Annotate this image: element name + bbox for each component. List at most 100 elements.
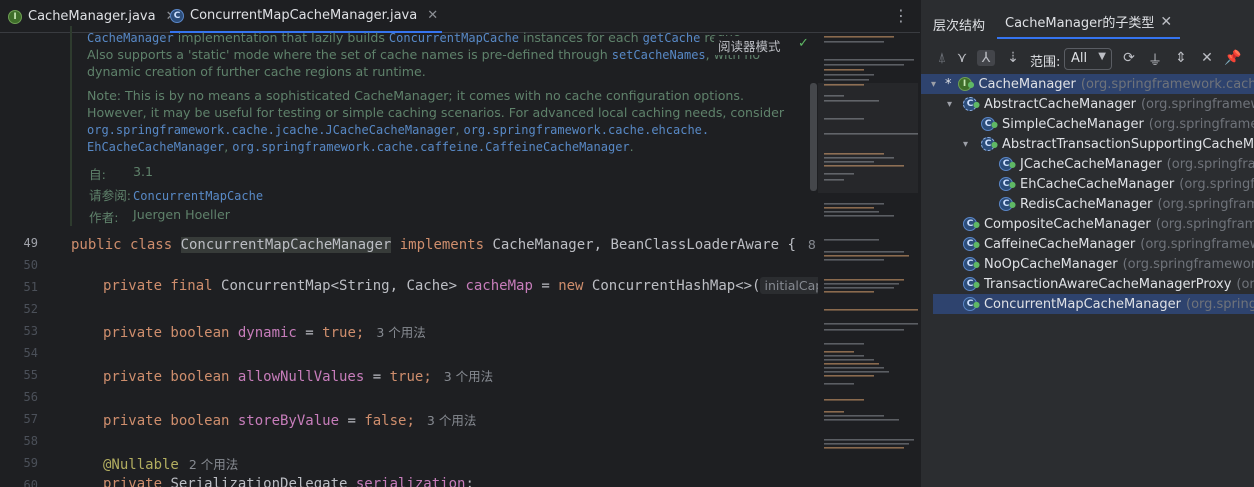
- doc-link[interactable]: org.springframework.cache.jcache.JCacheC…: [87, 123, 455, 137]
- code-line-51[interactable]: private final ConcurrentMap<String, Cach…: [103, 277, 861, 294]
- doc-link[interactable]: CacheManager: [87, 31, 174, 45]
- package-name: (org.springframework.cache): [1080, 76, 1254, 92]
- sort-alpha-icon[interactable]: ⇣: [1004, 50, 1022, 66]
- tree-item[interactable]: ▾ C●AbstractCacheManager(org.springframew…: [921, 94, 1254, 114]
- line-number[interactable]: 53: [24, 324, 38, 338]
- keyword: private boolean: [103, 369, 238, 385]
- code-text: =: [532, 278, 559, 294]
- keyword: true: [322, 325, 356, 341]
- doc-link[interactable]: ConcurrentMapCache: [133, 189, 263, 203]
- line-number[interactable]: 51: [24, 280, 38, 294]
- class-name: ConcurrentMapCacheManager: [180, 237, 392, 253]
- usages-hint[interactable]: 3 个用法: [427, 413, 476, 428]
- tree-item[interactable]: C●RedisCacheManager(org.springframe: [921, 194, 1254, 214]
- tree-item[interactable]: C ● JCacheCacheManager (org.springfra: [921, 154, 1254, 174]
- tab-label: CacheManager的子类型: [1005, 16, 1155, 31]
- panel-title[interactable]: 层次结构: [933, 15, 985, 34]
- line-number[interactable]: 56: [24, 390, 38, 404]
- usages-hint[interactable]: 3 个用法: [444, 369, 493, 384]
- doc-link[interactable]: org.springframework.cache.ehcache.: [463, 123, 709, 137]
- type-name: CaffeineCacheManager: [983, 236, 1136, 252]
- code-line-60[interactable]: private SerializationDelegate serializat…: [103, 476, 474, 487]
- tree-item[interactable]: C●TransactionAwareCacheManagerProxy(org.…: [921, 274, 1254, 294]
- tree-item-content: C●ConcurrentMapCacheManager(org.springfr…: [963, 297, 1254, 312]
- code-line-55[interactable]: private boolean allowNullValues = true; 3…: [103, 366, 493, 385]
- code-text: ;: [406, 413, 415, 429]
- doc-text: .: [629, 139, 634, 154]
- scope-select[interactable]: All ▼: [1064, 48, 1112, 70]
- keyword: private: [103, 476, 171, 487]
- code-line-49[interactable]: public class ConcurrentMapCacheManager i…: [71, 234, 857, 253]
- since-value: 3.1: [133, 164, 154, 179]
- tree-item-content: C●SimpleCacheManager(org.springframework: [981, 117, 1254, 132]
- tree-item-content: C●EhCacheCacheManager(org.springfra: [999, 177, 1254, 192]
- code-text: =: [364, 369, 390, 385]
- doc-link[interactable]: getCache: [643, 31, 701, 45]
- line-number[interactable]: 54: [24, 346, 38, 360]
- tree-item[interactable]: C●CaffeineCacheManager(org.springframewo: [921, 234, 1254, 254]
- expand-all-icon[interactable]: ⇕: [1172, 50, 1190, 66]
- code-line-57[interactable]: private boolean storeByValue = false; 3 个…: [103, 410, 476, 429]
- tab-subtypes[interactable]: CacheManager的子类型 ✕: [997, 6, 1181, 39]
- scope-value: All: [1071, 51, 1088, 66]
- line-number[interactable]: 55: [24, 368, 38, 382]
- tree-item[interactable]: C●SimpleCacheManager(org.springframework: [921, 114, 1254, 134]
- javadoc-author: 作者: Juergen Hoeller: [89, 207, 230, 226]
- tree-item[interactable]: C●ConcurrentMapCacheManager(org.springfr…: [933, 294, 1254, 314]
- usages-hint[interactable]: 3 个用法: [376, 325, 425, 340]
- refresh-icon[interactable]: ⟳: [1120, 50, 1138, 66]
- line-number[interactable]: 60: [24, 478, 38, 487]
- tree-item-content: C ● AbstractTransactionSupportingCacheMan: [981, 137, 1254, 152]
- tree-item[interactable]: C●EhCacheCacheManager(org.springfra: [921, 174, 1254, 194]
- line-number[interactable]: 59: [24, 456, 38, 470]
- public-visibility-icon: ●: [973, 239, 980, 249]
- doc-text: Also supports a 'static' mode where the …: [87, 47, 612, 62]
- package-name: (org.springframewo: [1140, 236, 1254, 252]
- code-line-53[interactable]: private boolean dynamic = true; 3 个用法: [103, 322, 426, 341]
- keyword: private boolean: [103, 413, 238, 429]
- subtypes-hierarchy-icon[interactable]: ⋎: [953, 50, 971, 66]
- public-visibility-icon: ●: [991, 119, 998, 129]
- chevron-down-icon[interactable]: ▾: [947, 99, 952, 110]
- code-text: SerializationDelegate: [170, 476, 356, 487]
- line-number[interactable]: 50: [24, 258, 38, 272]
- field-name: serialization: [355, 476, 466, 487]
- code-line-59[interactable]: @Nullable 2 个用法: [103, 454, 238, 473]
- type-name: AbstractCacheManager: [983, 96, 1136, 112]
- doc-link[interactable]: setCacheNames: [612, 48, 706, 62]
- close-icon[interactable]: ✕: [1160, 14, 1172, 30]
- tree-item-content: C ● JCacheCacheManager (org.springfra: [999, 157, 1254, 172]
- line-number[interactable]: 49: [24, 236, 38, 250]
- line-number[interactable]: 57: [24, 412, 38, 426]
- more-options-icon[interactable]: ⋮: [893, 6, 909, 25]
- line-number[interactable]: 52: [24, 302, 38, 316]
- close-icon[interactable]: ✕: [427, 8, 438, 23]
- tree-item[interactable]: ▾ * I ● CacheManager (org.springframework.cac…: [921, 74, 1254, 94]
- pin-icon[interactable]: ⏚: [1146, 50, 1164, 70]
- collapse-all-icon[interactable]: ✕: [1198, 50, 1216, 66]
- code-text: ;: [465, 476, 474, 487]
- doc-link[interactable]: ConcurrentMapCache: [389, 31, 519, 45]
- package-name: (org.springframew: [1155, 216, 1254, 232]
- pin-tab-icon[interactable]: 📌: [1224, 50, 1242, 66]
- tree-item[interactable]: C●CompositeCacheManager(org.springframew: [921, 214, 1254, 234]
- keyword: private boolean: [103, 325, 238, 341]
- editor-scrollbar[interactable]: [810, 83, 817, 191]
- supertypes-hierarchy-icon[interactable]: ⍋: [933, 50, 951, 66]
- doc-link[interactable]: org.springframework.cache.caffeine.Caffe…: [232, 140, 629, 154]
- chevron-down-icon[interactable]: ▾: [963, 139, 968, 150]
- reader-mode-toggle[interactable]: 阅读器模式: [714, 36, 785, 55]
- line-number[interactable]: 58: [24, 434, 38, 448]
- line-number-gutter: 49 50 51 52 53 54 55 56 57 58 59 60: [0, 33, 62, 487]
- doc-link[interactable]: EhCacheCacheManager: [87, 140, 224, 154]
- type-name: NoOpCacheManager: [983, 256, 1118, 272]
- tree-item[interactable]: C ● NoOpCacheManager (org.springframework.: [921, 254, 1254, 274]
- class-hierarchy-icon[interactable]: ⅄: [977, 50, 995, 66]
- type-name: CompositeCacheManager: [983, 216, 1151, 232]
- chevron-down-icon[interactable]: ▾: [931, 79, 936, 90]
- code-minimap[interactable]: [818, 33, 918, 487]
- usages-hint[interactable]: 2 个用法: [189, 457, 238, 472]
- tree-item[interactable]: ▾ C ● AbstractTransactionSupportingCacheMan: [921, 134, 1254, 154]
- code-editor[interactable]: I CacheManager.java ✕ C ConcurrentMapCac…: [0, 0, 920, 487]
- public-visibility-icon: ●: [967, 79, 975, 89]
